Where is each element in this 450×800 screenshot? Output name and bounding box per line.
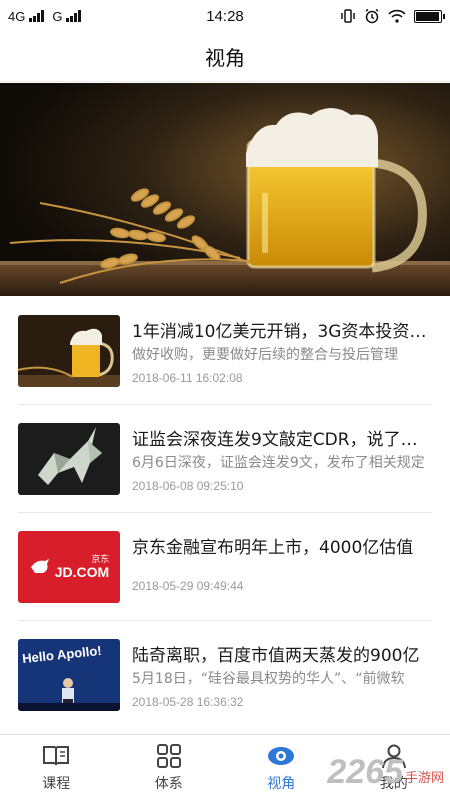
site-watermark: 2265 手游网 bbox=[327, 753, 444, 792]
article-summary: 6月6日深夜，证监会连发9文，发布了相关规定 bbox=[132, 455, 425, 471]
book-icon bbox=[43, 745, 70, 765]
list-item[interactable]: Hello Apollo! 陆奇离职，百度市值两天蒸发的900亿 5月18日，“… bbox=[18, 621, 432, 729]
unicorn-origami-thumbnail bbox=[18, 423, 120, 495]
watermark-number: 2265 bbox=[327, 753, 403, 791]
list-item[interactable]: 京东 JD.COM 京东金融宣布明年上市，4000亿估值 2018-05-29 … bbox=[18, 513, 432, 621]
banner-image[interactable] bbox=[0, 83, 450, 296]
article-date: 2018-06-11 16:02:08 bbox=[132, 371, 243, 385]
network-label-2: G bbox=[52, 8, 63, 24]
vibrate-icon bbox=[341, 9, 355, 23]
article-title: 京东金融宣布明年上市，4000亿估值 bbox=[132, 538, 414, 558]
status-left: 4G G bbox=[8, 9, 168, 24]
status-bar: 4G G 14:28 bbox=[0, 0, 450, 32]
article-summary: 做好收购，更要做好后续的整合与投后管理 bbox=[132, 347, 398, 363]
wifi-icon bbox=[388, 9, 406, 23]
grid-icon bbox=[156, 743, 181, 768]
article-summary: 5月18日，“硅谷最具权势的华人”、“前微软 bbox=[132, 671, 405, 687]
title-bar: 视角 bbox=[0, 32, 450, 82]
eye-icon bbox=[268, 746, 295, 765]
article-date: 2018-06-08 09:25:10 bbox=[132, 479, 244, 493]
nav-perspective[interactable]: 视角 bbox=[225, 735, 338, 800]
article-title: 证监会深夜连发9文敲定CDR，说了什么 bbox=[132, 430, 432, 450]
list-item[interactable]: 证监会深夜连发9文敲定CDR，说了什么 6月6日深夜，证监会连发9文，发布了相关… bbox=[18, 405, 432, 513]
alarm-icon bbox=[365, 8, 379, 24]
jd-logo-text: JD.COM bbox=[54, 563, 110, 580]
signal-icon bbox=[66, 10, 82, 22]
beer-thumbnail bbox=[18, 315, 120, 387]
signal-icon bbox=[29, 10, 45, 22]
network-label-1: 4G bbox=[8, 8, 26, 24]
status-time: 14:28 bbox=[206, 7, 244, 25]
page-title: 视角 bbox=[205, 46, 245, 70]
watermark-text: 手游网 bbox=[404, 771, 444, 786]
article-title: 陆奇离职，百度市值两天蒸发的900亿 bbox=[132, 646, 420, 666]
nav-label: 课程 bbox=[42, 775, 71, 792]
nav-courses[interactable]: 课程 bbox=[0, 735, 113, 800]
jd-logo-thumbnail: 京东 JD.COM bbox=[18, 531, 120, 603]
battery-icon bbox=[414, 9, 445, 23]
article-date: 2018-05-28 16:36:32 bbox=[132, 695, 244, 709]
list-item[interactable]: 1年消减10亿美元开销，3G资本投资之道 做好收购，更要做好后续的整合与投后管理… bbox=[18, 297, 432, 405]
nav-label: 视角 bbox=[267, 775, 296, 792]
jd-dog-icon bbox=[30, 559, 49, 573]
article-date: 2018-05-29 09:49:44 bbox=[132, 579, 244, 593]
beer-banner-illustration bbox=[0, 83, 450, 296]
article-title: 1年消减10亿美元开销，3G资本投资之道 bbox=[132, 322, 432, 342]
nav-label: 体系 bbox=[154, 775, 183, 792]
article-list: 1年消减10亿美元开销，3G资本投资之道 做好收购，更要做好后续的整合与投后管理… bbox=[0, 297, 450, 729]
status-right bbox=[282, 8, 445, 24]
hello-apollo-thumbnail: Hello Apollo! bbox=[18, 639, 120, 711]
nav-system[interactable]: 体系 bbox=[113, 735, 226, 800]
